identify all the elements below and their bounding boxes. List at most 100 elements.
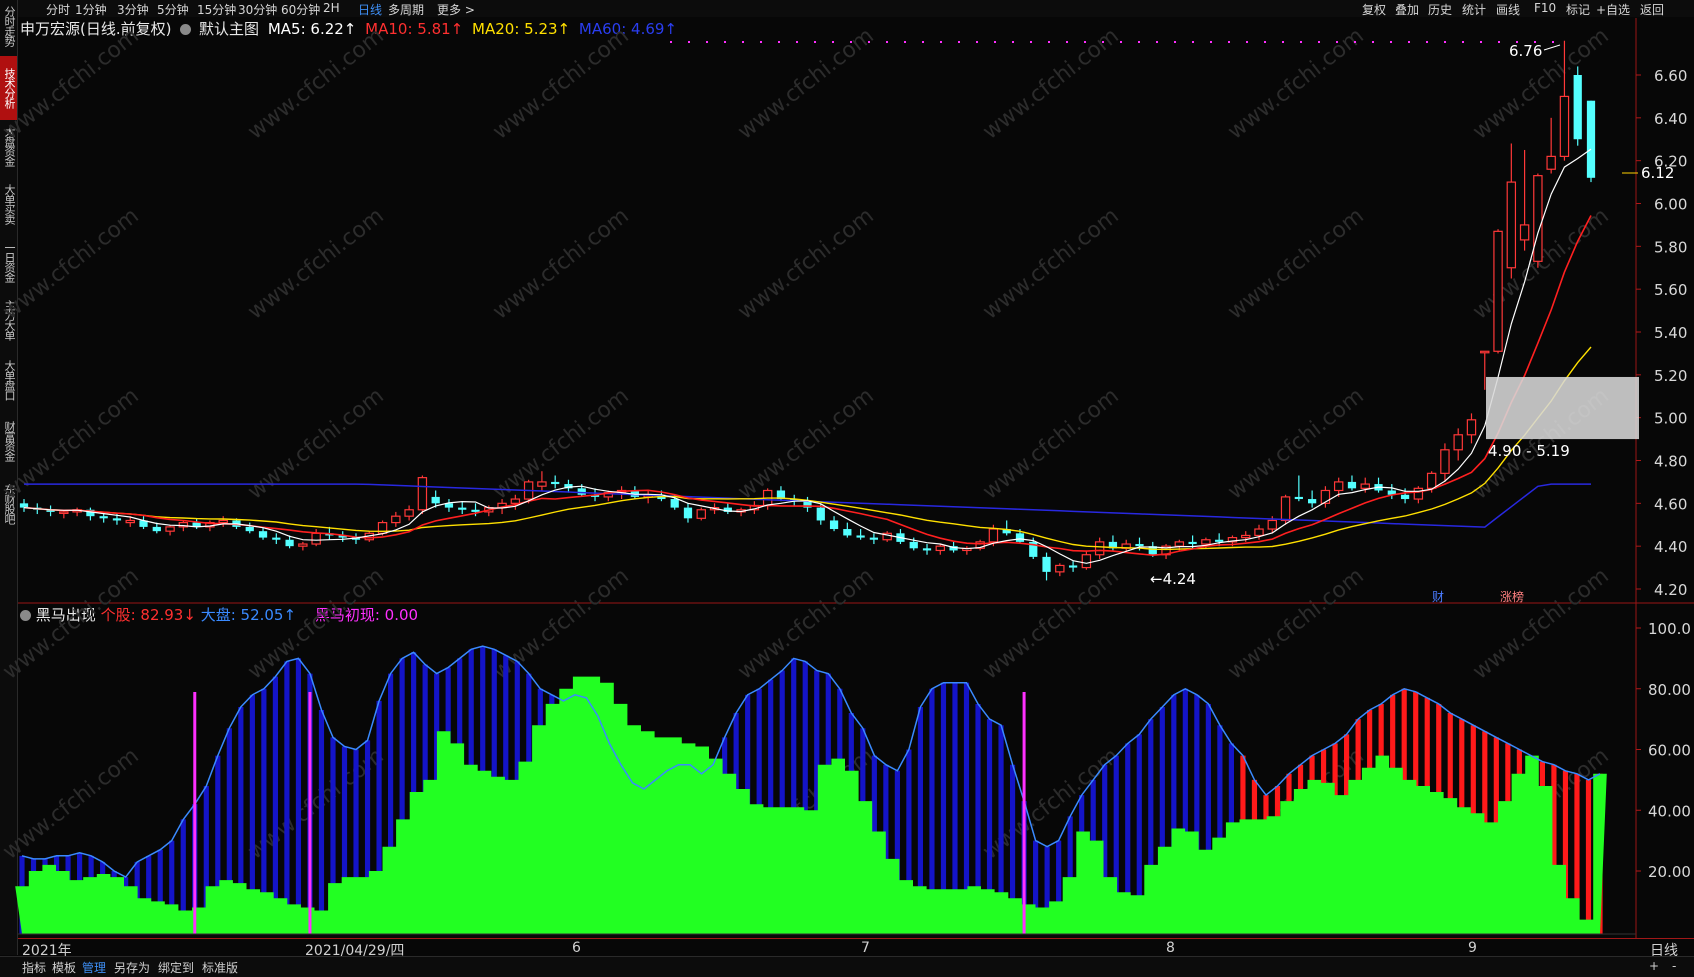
candle	[988, 528, 999, 543]
candle	[272, 537, 281, 540]
candle	[1506, 181, 1517, 269]
status-tab-3[interactable]: 另存为	[114, 959, 150, 976]
watermark: www.cfchi.com	[1223, 203, 1368, 324]
signal-dot	[976, 41, 978, 43]
indicator-tick-label: 20.00	[1648, 863, 1691, 881]
price-tick-label: 6.00	[1654, 196, 1687, 214]
current-price-label: 6.12	[1641, 164, 1674, 182]
candle	[1068, 565, 1078, 568]
signal-dot	[1102, 41, 1104, 43]
candle	[1294, 496, 1303, 500]
signal-dot	[796, 41, 798, 43]
price-tick-label: 5.60	[1654, 281, 1687, 299]
candle	[1546, 155, 1556, 170]
candle	[909, 541, 918, 549]
indicator-tick-label: 40.00	[1648, 802, 1691, 820]
event-marker-cai[interactable]: 财	[1432, 590, 1444, 604]
candle	[843, 529, 852, 536]
minus-icon[interactable]: -	[1672, 959, 1676, 973]
chart-canvas[interactable]: 6.606.406.206.005.805.605.405.205.004.80…	[0, 0, 1694, 976]
watermark: www.cfchi.com	[733, 23, 878, 144]
signal-dot	[670, 41, 672, 43]
candle	[1188, 541, 1197, 545]
signal-dot	[1354, 41, 1356, 43]
signal-dot	[1516, 41, 1518, 43]
candle	[1055, 564, 1065, 573]
candle	[1347, 481, 1357, 489]
signal-dot	[1156, 41, 1158, 43]
watermark: www.cfchi.com	[1223, 383, 1368, 504]
candle	[391, 515, 401, 524]
status-tab-1[interactable]: 模板	[52, 959, 76, 976]
status-tab-4[interactable]: 绑定到	[158, 959, 194, 976]
watermark: www.cfchi.com	[733, 203, 878, 324]
signal-dot	[1300, 41, 1302, 43]
signal-dot	[1552, 41, 1554, 43]
watermark: www.cfchi.com	[1468, 563, 1613, 684]
signal-dot	[1318, 41, 1320, 43]
signal-dot	[688, 41, 690, 43]
watermark: www.cfchi.com	[243, 203, 388, 324]
watermark: www.cfchi.com	[0, 743, 144, 864]
signal-dot	[832, 41, 834, 43]
candle	[1241, 534, 1251, 539]
signal-dot	[994, 41, 996, 43]
signal-dot	[1390, 41, 1392, 43]
candle	[258, 531, 268, 538]
event-marker-zhangbang[interactable]: 涨榜	[1500, 589, 1524, 604]
price-tick-label: 5.80	[1654, 238, 1687, 256]
watermark: www.cfchi.com	[243, 23, 388, 144]
status-tab-5[interactable]: 标准版	[202, 959, 238, 976]
signal-dot	[1282, 41, 1284, 43]
signal-dot	[706, 41, 708, 43]
signal-dot	[778, 41, 780, 43]
watermark: www.cfchi.com	[243, 563, 388, 684]
candle	[1493, 230, 1503, 352]
candle	[869, 537, 879, 540]
signal-dot	[724, 41, 726, 43]
candle	[1215, 539, 1224, 542]
status-tab-2[interactable]: 管理	[82, 959, 106, 976]
watermark: www.cfchi.com	[1223, 23, 1368, 144]
date-label-4: 8	[1166, 940, 1175, 956]
watermark: www.cfchi.com	[488, 383, 633, 504]
signal-dot	[868, 41, 870, 43]
price-tick-label: 4.20	[1654, 581, 1687, 599]
candle	[285, 539, 294, 547]
price-tick-label: 6.40	[1654, 110, 1687, 128]
watermark: www.cfchi.com	[243, 383, 388, 504]
candle	[856, 535, 865, 538]
indicator-tick-label: 80.00	[1648, 681, 1691, 699]
watermark: www.cfchi.com	[733, 383, 878, 504]
signal-dot	[1228, 41, 1230, 43]
candle	[1254, 528, 1264, 537]
candle	[298, 543, 308, 547]
signal-dot	[1498, 41, 1500, 43]
candle	[1440, 449, 1450, 474]
date-label-5: 9	[1468, 940, 1477, 956]
candle	[1573, 75, 1582, 140]
candle	[1042, 556, 1051, 572]
candle	[1094, 541, 1105, 556]
signal-dot	[1120, 41, 1122, 43]
candle	[1267, 519, 1278, 530]
watermark: www.cfchi.com	[0, 383, 144, 504]
signal-dot	[1012, 41, 1014, 43]
signal-dot	[1174, 41, 1176, 43]
candle	[1280, 496, 1291, 522]
candle	[1015, 533, 1025, 542]
candle	[245, 526, 254, 532]
candle	[431, 496, 440, 504]
price-tick-label: 4.40	[1654, 538, 1687, 556]
plus-icon[interactable]: +	[1649, 959, 1659, 973]
candle	[112, 518, 122, 521]
status-tab-0[interactable]: 指标	[22, 959, 46, 976]
price-tick-label: 5.40	[1654, 324, 1687, 342]
candle	[1333, 481, 1344, 492]
candle	[19, 503, 29, 508]
candle	[683, 507, 693, 519]
indicator-tick-label: 100.0	[1648, 620, 1691, 638]
signal-dot	[886, 41, 888, 43]
candle	[165, 526, 175, 532]
candle	[1466, 419, 1477, 436]
